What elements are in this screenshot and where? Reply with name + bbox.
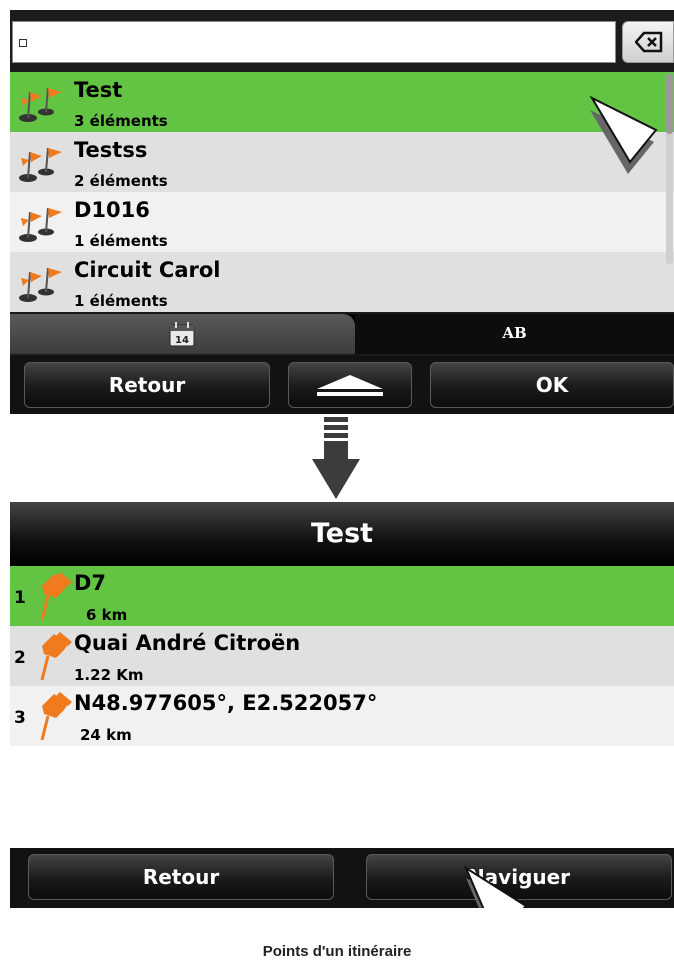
point-row[interactable]: 3 N48.977605°, E2.522057° 24 km (10, 686, 674, 746)
route-points-screen: Test 1 D7 6 km 2 Quai André Citroën 1.22… (10, 502, 674, 908)
point-number: 1 (14, 588, 26, 608)
route-count: 1 éléments (74, 292, 168, 310)
point-title: Quai André Citroën (74, 631, 301, 655)
point-row[interactable]: 1 D7 6 km (10, 566, 674, 626)
push-pin-icon (40, 692, 72, 741)
route-row-d1016[interactable]: D1016 1 éléments (10, 192, 674, 252)
route-flags-icon (19, 147, 62, 182)
route-row-circuit-carol[interactable]: Circuit Carol 1 éléments (10, 252, 674, 312)
push-pin-icon (40, 572, 72, 621)
point-number: 2 (14, 648, 26, 668)
sort-tabs: 14 AB (10, 314, 674, 354)
point-distance: 6 km (86, 606, 128, 624)
route-flags-icon (19, 267, 62, 302)
bottom-button-bar: Retour OK (10, 356, 674, 414)
figure-caption: Points d'un itinéraire (262, 943, 412, 960)
push-pin-icon (40, 632, 72, 681)
search-input[interactable] (12, 21, 616, 63)
search-bar (10, 10, 674, 72)
calendar-icon: 14 (169, 322, 195, 347)
down-arrow-icon (312, 417, 360, 499)
route-row-test[interactable]: Test 3 éléments (10, 72, 674, 132)
back-button[interactable]: Retour (28, 854, 334, 900)
route-count: 2 éléments (74, 172, 168, 190)
route-flags-icon (19, 87, 62, 122)
backspace-button[interactable] (622, 21, 674, 63)
eject-up-icon (317, 375, 383, 396)
ok-button[interactable]: OK (430, 362, 674, 408)
route-flags-icon (19, 207, 62, 242)
route-title: Circuit Carol (74, 258, 221, 282)
point-distance: 1.22 Km (74, 666, 144, 684)
tab-alpha-label: AB (502, 324, 527, 342)
route-count: 1 éléments (74, 232, 168, 250)
point-distance: 24 km (80, 726, 132, 744)
bottom-button-bar: Retour Naviguer (10, 848, 674, 908)
route-list-screen: Test 3 éléments Testss 2 éléments D1016 … (10, 10, 674, 414)
calendar-day: 14 (175, 335, 189, 346)
back-button[interactable]: Retour (24, 362, 270, 408)
route-title: Test (74, 78, 123, 102)
point-title: D7 (74, 571, 107, 595)
page-title: Test (10, 502, 674, 566)
backspace-icon (635, 31, 663, 53)
tab-sort-alpha[interactable]: AB (355, 314, 674, 354)
pointer-arrow-icon (463, 865, 528, 908)
point-title: N48.977605°, E2.522057° (74, 691, 378, 715)
pointer-arrow-icon (589, 96, 658, 174)
eject-up-button[interactable] (288, 362, 412, 408)
route-row-testss[interactable]: Testss 2 éléments (10, 132, 674, 192)
text-cursor (19, 39, 27, 47)
tab-sort-by-date[interactable]: 14 (10, 314, 355, 354)
route-title: D1016 (74, 198, 150, 222)
point-number: 3 (14, 708, 26, 728)
route-title: Testss (74, 138, 148, 162)
route-count: 3 éléments (74, 112, 168, 130)
point-row[interactable]: 2 Quai André Citroën 1.22 Km (10, 626, 674, 686)
